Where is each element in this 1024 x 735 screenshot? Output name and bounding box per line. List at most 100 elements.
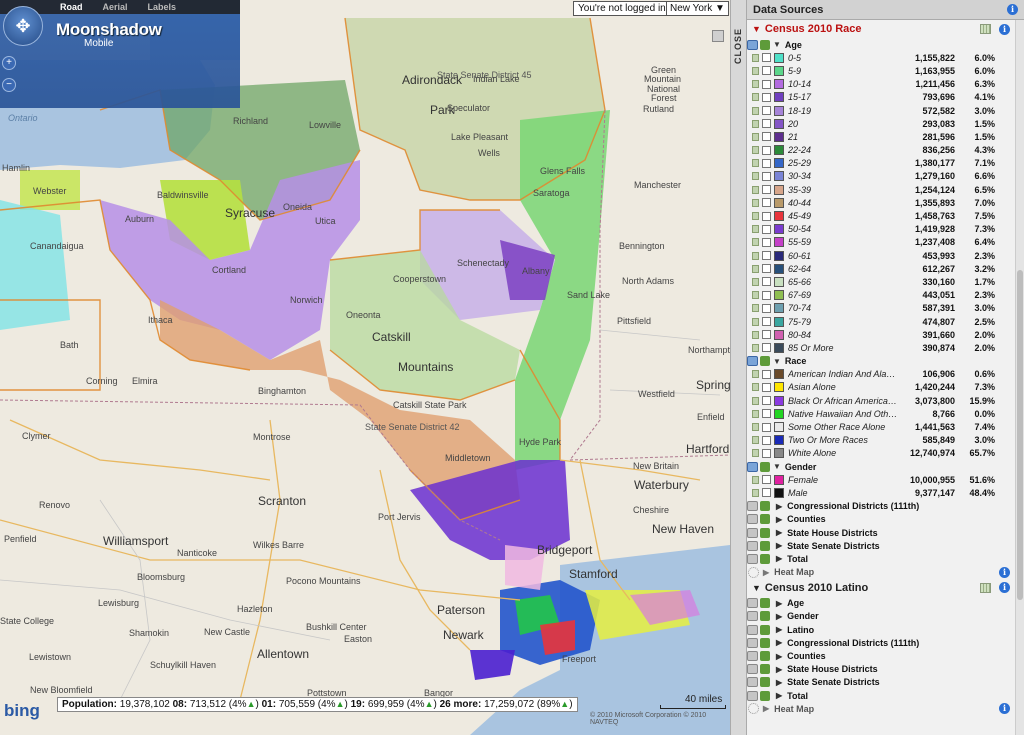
map-type-labels[interactable]: Labels	[148, 2, 177, 12]
legend-eye-icon[interactable]	[752, 396, 759, 405]
legend-checkbox[interactable]	[762, 264, 771, 274]
visibility-icon[interactable]	[760, 690, 770, 701]
legend-eye-icon[interactable]	[752, 212, 759, 221]
legend-eye-icon[interactable]	[752, 317, 759, 326]
triangle-right-icon[interactable]: ▶	[763, 704, 769, 713]
color-swatch[interactable]	[774, 369, 784, 380]
compass-pan-icon[interactable]: ✥	[3, 6, 43, 46]
zoom-in-icon[interactable]: +	[2, 56, 16, 70]
legend-checkbox[interactable]	[762, 369, 771, 379]
layer-row[interactable]: ▶ Total	[747, 689, 1024, 702]
triangle-right-icon[interactable]: ▶	[776, 625, 782, 634]
color-swatch[interactable]	[774, 145, 784, 156]
color-swatch[interactable]	[774, 435, 784, 446]
triangle-right-icon[interactable]: ▶	[763, 568, 769, 577]
triangle-right-icon[interactable]: ▶	[776, 678, 782, 687]
map-view[interactable]: State Senate District 45 Adirondack Park In…	[0, 0, 730, 735]
legend-checkbox[interactable]	[762, 277, 771, 287]
layer-row[interactable]: ▶ Congressional Districts (111th)	[747, 500, 1024, 513]
color-swatch[interactable]	[774, 290, 784, 301]
triangle-right-icon[interactable]: ▶	[776, 612, 782, 621]
login-status[interactable]: You're not logged in	[573, 1, 671, 16]
legend-eye-icon[interactable]	[752, 277, 759, 286]
legend-checkbox[interactable]	[762, 158, 771, 168]
legend-checkbox[interactable]	[762, 53, 771, 63]
triangle-right-icon[interactable]: ▶	[776, 515, 782, 524]
legend-checkbox[interactable]	[762, 317, 771, 327]
legend-checkbox[interactable]	[762, 211, 771, 221]
legend-checkbox[interactable]	[762, 435, 771, 445]
legend-row[interactable]: 75-79 474,807 2.5%	[747, 315, 1024, 328]
legend-row[interactable]: 5-9 1,163,955 6.0%	[747, 64, 1024, 77]
census-latino-title-row[interactable]: ▼ Census 2010 Latino i	[747, 579, 1024, 597]
legend-eye-icon[interactable]	[752, 198, 759, 207]
legend-row[interactable]: Asian Alone 1,420,244 7.3%	[747, 381, 1024, 394]
legend-eye-icon[interactable]	[752, 80, 759, 89]
group-header[interactable]: ▼ Gender	[747, 460, 1024, 473]
layer-toggle-icon[interactable]	[747, 527, 758, 538]
legend-row[interactable]: 35-39 1,254,124 6.5%	[747, 183, 1024, 196]
legend-row[interactable]: 20 293,083 1.5%	[747, 117, 1024, 130]
heat-map-icon[interactable]	[748, 703, 759, 715]
color-swatch[interactable]	[774, 448, 784, 459]
visibility-icon[interactable]	[760, 677, 770, 688]
layer-toggle-icon[interactable]	[747, 690, 758, 701]
legend-row[interactable]: 60-61 453,993 2.3%	[747, 249, 1024, 262]
layer-row[interactable]: ▶ Gender	[747, 610, 1024, 623]
legend-row[interactable]: Female 10,000,955 51.6%	[747, 473, 1024, 486]
color-swatch[interactable]	[774, 329, 784, 340]
layer-toggle-icon[interactable]	[747, 677, 758, 688]
visibility-icon[interactable]	[760, 624, 770, 635]
legend-row[interactable]: 85 Or More 390,874 2.0%	[747, 341, 1024, 354]
legend-checkbox[interactable]	[762, 224, 771, 234]
layer-toggle-icon[interactable]	[747, 39, 758, 50]
map-canvas[interactable]	[0, 0, 730, 735]
legend-checkbox[interactable]	[762, 106, 771, 116]
layer-row[interactable]: ▶ Counties	[747, 513, 1024, 526]
info-icon[interactable]: i	[999, 23, 1010, 35]
color-swatch[interactable]	[774, 382, 784, 393]
layer-toggle-icon[interactable]	[747, 501, 758, 512]
triangle-right-icon[interactable]: ▶	[776, 691, 782, 700]
legend-row[interactable]: 80-84 391,660 2.0%	[747, 328, 1024, 341]
color-swatch[interactable]	[774, 237, 784, 248]
layer-row[interactable]: ▶ State House Districts	[747, 526, 1024, 539]
legend-row[interactable]: 45-49 1,458,763 7.5%	[747, 209, 1024, 222]
layer-toggle-icon[interactable]	[747, 624, 758, 635]
legend-checkbox[interactable]	[762, 92, 771, 102]
legend-checkbox[interactable]	[762, 237, 771, 247]
census-race-title-row[interactable]: ▼ Census 2010 Race i	[747, 20, 1024, 38]
legend-row[interactable]: 25-29 1,380,177 7.1%	[747, 157, 1024, 170]
layer-toggle-icon[interactable]	[747, 461, 758, 472]
legend-row[interactable]: Some Other Race Alone 1,441,563 7.4%	[747, 420, 1024, 433]
color-swatch[interactable]	[774, 422, 784, 433]
legend-checkbox[interactable]	[762, 303, 771, 313]
legend-checkbox[interactable]	[762, 448, 771, 458]
color-swatch[interactable]	[774, 211, 784, 222]
color-swatch[interactable]	[774, 184, 784, 195]
layer-toggle-icon[interactable]	[747, 553, 758, 564]
map-type-road[interactable]: Road	[60, 2, 83, 12]
legend-eye-icon[interactable]	[752, 423, 759, 432]
legend-eye-icon[interactable]	[752, 66, 759, 75]
color-swatch[interactable]	[774, 105, 784, 116]
color-swatch[interactable]	[774, 276, 784, 287]
visibility-icon[interactable]	[760, 637, 770, 648]
legend-eye-icon[interactable]	[752, 159, 759, 168]
legend-eye-icon[interactable]	[752, 383, 759, 392]
legend-row[interactable]: 22-24 836,256 4.3%	[747, 144, 1024, 157]
heat-map-row[interactable]: ▶ Heat Map i	[747, 702, 1024, 715]
legend-eye-icon[interactable]	[752, 106, 759, 115]
triangle-right-icon[interactable]: ▶	[776, 599, 782, 608]
color-swatch[interactable]	[774, 131, 784, 142]
layer-row[interactable]: ▶ Congressional Districts (111th)	[747, 636, 1024, 649]
legend-row[interactable]: 18-19 572,582 3.0%	[747, 104, 1024, 117]
layer-toggle-icon[interactable]	[747, 651, 758, 662]
triangle-right-icon[interactable]: ▶	[776, 652, 782, 661]
visibility-icon[interactable]	[760, 501, 770, 512]
legend-row[interactable]: 0-5 1,155,822 6.0%	[747, 51, 1024, 64]
triangle-right-icon[interactable]: ▶	[776, 554, 782, 563]
layer-toggle-icon[interactable]	[747, 356, 758, 367]
heat-map-icon[interactable]	[748, 566, 759, 578]
legend-checkbox[interactable]	[762, 290, 771, 300]
